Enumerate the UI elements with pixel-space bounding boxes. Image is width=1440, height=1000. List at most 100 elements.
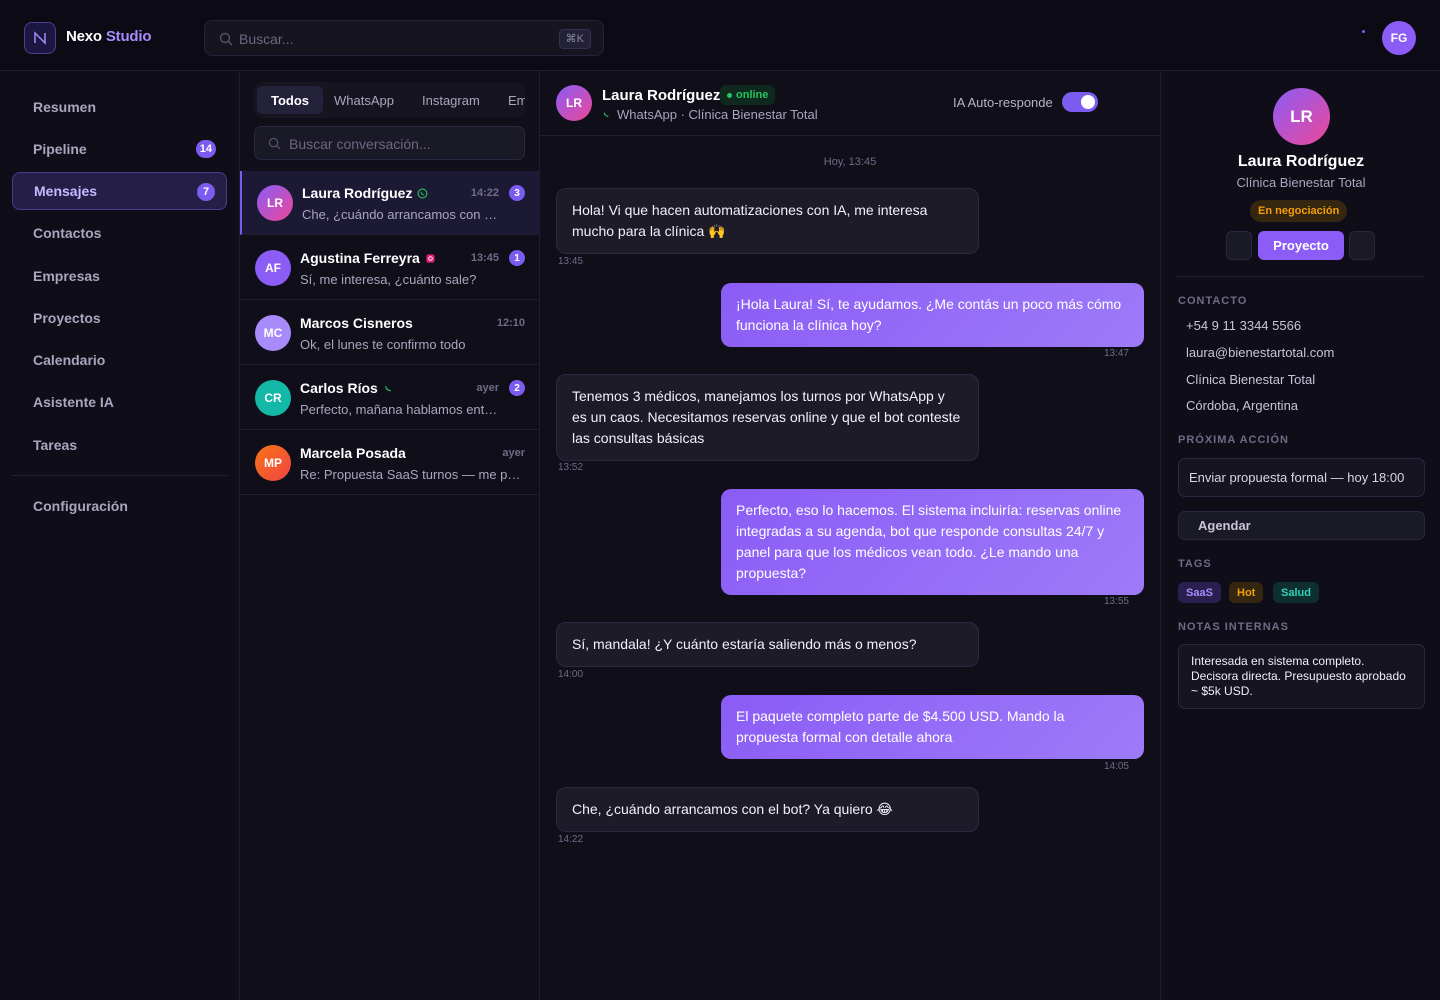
channel-tabs: Todos WhatsApp Instagram Em <box>254 82 525 118</box>
online-dot-icon <box>727 92 732 98</box>
stage-badge[interactable]: En negociación <box>1250 200 1348 222</box>
conversation-name: Marcela Posada <box>300 445 406 461</box>
search-icon <box>219 32 233 46</box>
tab-email[interactable]: Em <box>494 86 525 114</box>
internal-notes[interactable]: Interesada en sistema completo. Decisora… <box>1178 644 1425 709</box>
sidebar-item-pipeline[interactable]: Pipeline 14 <box>12 130 227 168</box>
auto-reply-toggle[interactable] <box>1062 92 1098 112</box>
conversation-preview: Che, ¿cuándo arrancamos con el bot? Ya q… <box>302 207 498 222</box>
status-text: online <box>736 89 769 101</box>
message-time: 13:45 <box>558 256 584 267</box>
contact-email[interactable]: laura@bienestartotal.com <box>1186 345 1334 360</box>
tab-instagram[interactable]: Instagram <box>408 86 494 114</box>
tag-chip[interactable]: SaaS <box>1178 582 1221 603</box>
chat-header: LR Laura Rodríguez online WhatsApp · Clí… <box>540 71 1160 136</box>
notification-dot <box>1362 30 1365 33</box>
section-title-tags: TAGS <box>1178 558 1212 570</box>
message-bubble-outgoing: ¡Hola Laura! Sí, te ayudamos. ¿Me contás… <box>721 283 1144 347</box>
chat-panel: LR Laura Rodríguez online WhatsApp · Clí… <box>540 71 1160 1000</box>
toggle-knob <box>1081 95 1095 109</box>
sidebar-item-mensajes[interactable]: Mensajes 7 <box>12 172 227 210</box>
message-time: 13:55 <box>1103 596 1129 607</box>
conversation-search-placeholder: Buscar conversación... <box>289 136 431 152</box>
section-title-next-action: PRÓXIMA ACCIÓN <box>1178 434 1289 446</box>
section-title-contact: CONTACTO <box>1178 295 1248 307</box>
conversation-preview: Ok, el lunes te confirmo todo <box>300 337 466 352</box>
conversation-name: Laura Rodríguez <box>302 185 428 201</box>
contact-company-text: Clínica Bienestar Total <box>1186 372 1316 387</box>
conversation-time: ayer <box>476 382 499 394</box>
app-logo[interactable] <box>24 22 56 54</box>
avatar: MP <box>255 445 291 481</box>
conversation-time: 13:45 <box>470 252 499 264</box>
conversation-preview: Perfecto, mañana hablamos entonces <box>300 402 500 417</box>
conversation-item[interactable]: AF Agustina Ferreyra 13:45 1 Sí, me inte… <box>240 236 539 300</box>
phone-icon <box>384 385 391 391</box>
sidebar-item-label: Mensajes <box>34 183 98 199</box>
avatar[interactable]: LR <box>556 85 592 121</box>
avatar: CR <box>255 380 291 416</box>
message-bubble-incoming: Sí, mandala! ¿Y cuánto estaría saliendo … <box>556 622 979 667</box>
sidebar-item-contactos[interactable]: Contactos <box>12 214 227 252</box>
sidebar-item-empresas[interactable]: Empresas <box>12 257 227 295</box>
tab-whatsapp[interactable]: WhatsApp <box>320 86 408 114</box>
conversation-time: 12:10 <box>496 317 525 329</box>
whatsapp-icon <box>418 188 428 198</box>
project-button[interactable]: Proyecto <box>1258 231 1344 260</box>
sidebar-item-tareas[interactable]: Tareas <box>12 426 227 464</box>
chat-subtitle: WhatsApp · Clínica Bienestar Total <box>602 107 818 122</box>
conversation-item[interactable]: MC Marcos Cisneros 12:10 Ok, el lunes te… <box>240 301 539 365</box>
section-title-notes: NOTAS INTERNAS <box>1178 621 1289 633</box>
schedule-button[interactable]: Agendar <box>1178 511 1425 540</box>
instagram-icon <box>426 253 435 263</box>
user-avatar[interactable]: FG <box>1382 21 1416 55</box>
brand-name-accent: Studio <box>105 28 152 45</box>
conversation-preview: Sí, me interesa, ¿cuánto sale? <box>300 272 477 287</box>
call-button[interactable] <box>1226 231 1252 260</box>
message-bubble-incoming: Hola! Vi que hacen automatizaciones con … <box>556 188 979 254</box>
next-action-card[interactable]: Enviar propuesta formal — hoy 18:00 <box>1178 458 1425 497</box>
top-bar: Nexo Studio Buscar... ⌘K FG <box>0 0 1440 71</box>
global-search-input[interactable]: Buscar... ⌘K <box>204 20 604 56</box>
unread-badge: 1 <box>509 250 525 266</box>
sidebar-item-label: Calendario <box>33 352 106 368</box>
message-time: 13:52 <box>558 462 584 473</box>
conversation-item[interactable]: LR Laura Rodríguez 14:22 3 Che, ¿cuándo … <box>240 171 539 235</box>
status-badge: online <box>720 85 776 105</box>
avatar: LR <box>257 185 293 221</box>
tag-chip[interactable]: Hot <box>1229 582 1264 603</box>
search-shortcut-hint: ⌘K <box>558 29 591 49</box>
sidebar-item-resumen[interactable]: Resumen <box>12 88 227 126</box>
tag-chip[interactable]: Salud <box>1273 582 1319 603</box>
conversation-item[interactable]: MP Marcela Posada ayer Re: Propuesta Saa… <box>240 431 539 495</box>
avatar: MC <box>255 315 291 351</box>
sidebar-item-proyectos[interactable]: Proyectos <box>12 299 227 337</box>
conversation-name-text: Carlos Ríos <box>300 380 378 396</box>
contact-phone-text: +54 9 11 3344 5566 <box>1186 318 1302 333</box>
contact-location: Córdoba, Argentina <box>1186 398 1298 413</box>
tab-todos[interactable]: Todos <box>257 86 324 114</box>
chat-subtitle-text: WhatsApp · Clínica Bienestar Total <box>617 107 818 122</box>
contact-detail-panel: LR Laura Rodríguez Clínica Bienestar Tot… <box>1160 71 1440 1000</box>
conversation-preview: Re: Propuesta SaaS turnos — me parece bi… <box>300 467 522 482</box>
contact-company: Clínica Bienestar Total <box>1186 372 1315 387</box>
sidebar-item-label: Empresas <box>33 268 100 284</box>
message-bubble-incoming: Che, ¿cuándo arrancamos con el bot? Ya q… <box>556 787 979 832</box>
avatar: AF <box>255 250 291 286</box>
conversation-item[interactable]: CR Carlos Ríos ayer 2 Perfecto, mañana h… <box>240 366 539 430</box>
sidebar-item-label: Tareas <box>33 437 78 453</box>
sidebar-item-label: Asistente IA <box>33 394 114 410</box>
conversation-name-text: Marcos Cisneros <box>300 315 413 331</box>
brand-name-main: Nexo <box>66 28 102 45</box>
conversation-search-input[interactable]: Buscar conversación... <box>254 126 525 160</box>
sidebar-item-asistente-ia[interactable]: Asistente IA <box>12 383 227 421</box>
contact-phone[interactable]: +54 9 11 3344 5566 <box>1186 318 1301 333</box>
contact-location-text: Córdoba, Argentina <box>1186 398 1299 413</box>
sidebar-item-configuracion[interactable]: Configuración <box>12 487 227 525</box>
conversation-name: Agustina Ferreyra <box>300 250 436 266</box>
conversation-name-text: Agustina Ferreyra <box>300 250 420 266</box>
message-bubble-incoming: Tenemos 3 médicos, manejamos los turnos … <box>556 374 979 461</box>
message-time: 13:47 <box>1103 348 1129 359</box>
sidebar-item-calendario[interactable]: Calendario <box>12 341 227 379</box>
more-button[interactable] <box>1349 231 1375 260</box>
